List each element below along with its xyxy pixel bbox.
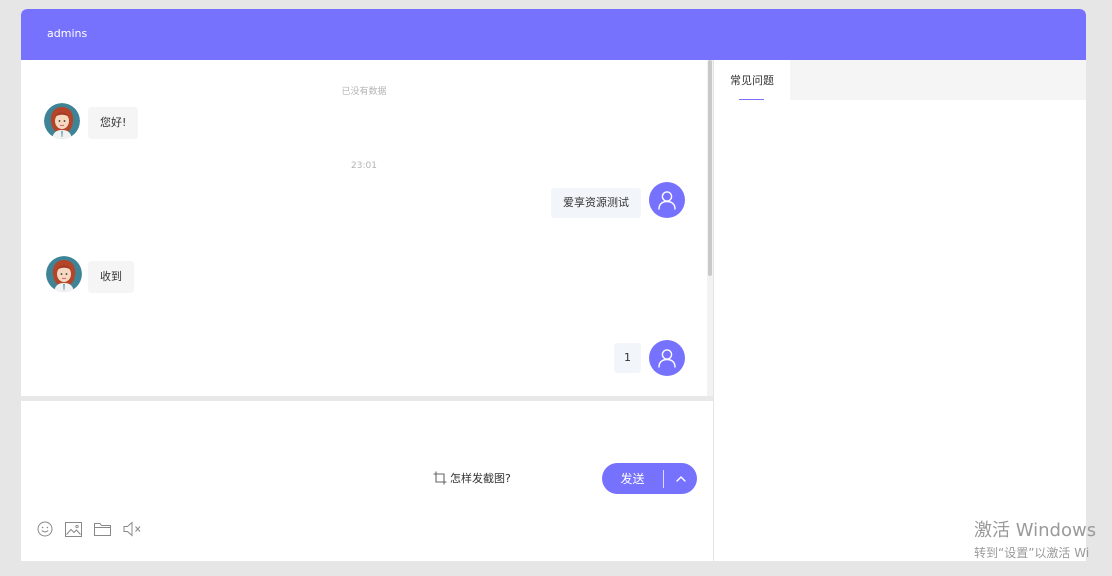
side-panel: 常见问题 (713, 60, 1086, 561)
message-bubble-agent: 收到 (88, 261, 134, 293)
user-avatar (649, 182, 685, 218)
message-timestamp: 23:01 (351, 161, 377, 171)
user-icon (658, 191, 676, 210)
send-button[interactable]: 发送 (602, 470, 663, 487)
header-bar: admins (21, 9, 1086, 60)
chevron-up-icon (675, 475, 686, 482)
crop-icon (433, 471, 447, 485)
chat-window: admins 已没有数据 您好! 23:01 爱享资源测试 收到 1 怎样发截图… (21, 9, 1086, 561)
emoji-icon[interactable] (35, 519, 55, 539)
send-options-button[interactable] (664, 463, 697, 494)
user-avatar (649, 340, 685, 376)
windows-activation-watermark: 激活 Windows 转到“设置”以激活 Wi (974, 520, 1096, 563)
folder-icon[interactable] (92, 519, 112, 539)
send-button-group[interactable]: 发送 (602, 463, 697, 494)
tab-faq-label: 常见问题 (730, 74, 774, 87)
screenshot-help-label: 怎样发截图? (450, 472, 511, 485)
header-username: admins (47, 27, 88, 40)
tab-faq[interactable]: 常见问题 (714, 60, 790, 100)
image-icon[interactable] (63, 519, 83, 539)
user-icon (658, 349, 676, 368)
side-tab-bar: 常见问题 (714, 60, 1086, 100)
watermark-title: 激活 Windows (974, 520, 1097, 541)
message-list: 已没有数据 您好! 23:01 爱享资源测试 收到 1 (21, 60, 713, 396)
mute-icon[interactable] (123, 519, 143, 539)
message-bubble-agent: 您好! (88, 107, 139, 139)
active-tab-indicator (739, 99, 764, 100)
watermark-subtitle: 转到“设置”以激活 Wi (974, 546, 1090, 560)
agent-avatar (44, 103, 80, 139)
no-more-data-label: 已没有数据 (341, 87, 387, 97)
agent-avatar (46, 256, 82, 292)
screenshot-help-link[interactable]: 怎样发截图? (433, 469, 511, 487)
message-bubble-user: 1 (614, 343, 641, 373)
message-bubble-user: 爱享资源测试 (551, 188, 641, 218)
message-scrollbar-thumb[interactable] (708, 60, 712, 276)
